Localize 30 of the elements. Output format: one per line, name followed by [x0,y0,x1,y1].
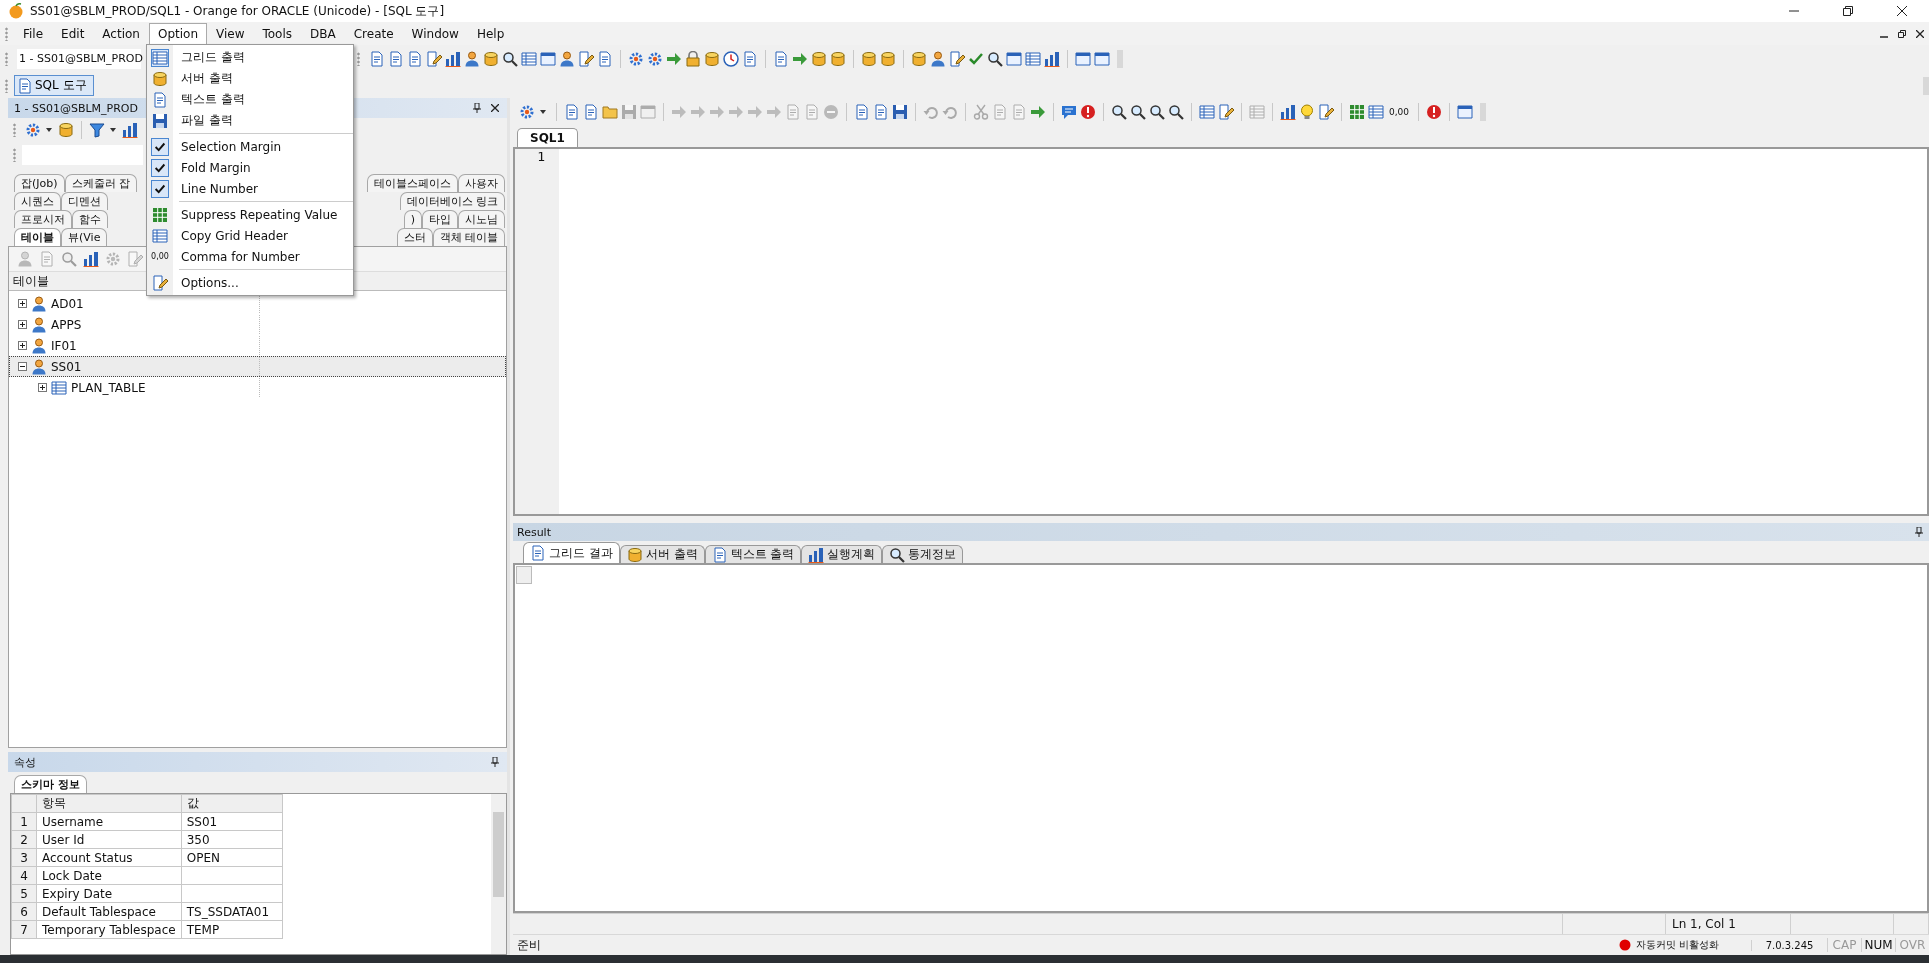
tree-item-label: PLAN_TABLE [71,380,146,395]
panel-title: Result [517,525,551,539]
table-cell: Account Status [36,848,182,867]
table-cell: Temporary Tablespace [36,920,182,939]
tree-item-label: AD01 [51,296,84,311]
table-cell: SS01 [181,812,283,831]
version-label: 7.0.3.245 [1751,939,1827,951]
number-format-label: 0,00 [151,252,169,261]
line-number: 1 [536,149,546,164]
panel-title: 속성 [14,754,36,770]
table-cell: TS_SSDATA01 [181,902,283,921]
table-cell: 350 [181,830,283,849]
cursor-position: Ln 1, Col 1 [1666,914,1791,934]
panel-title: 1 - SS01@SBLM_PROD [14,101,138,115]
status-message: 준비 [516,936,541,954]
key-indicator: OVR [1895,938,1929,952]
table-cell: Lock Date [36,866,182,885]
auto-commit-status: 자동커밋 비활성화 [1636,938,1721,952]
key-indicator: NUM [1861,938,1895,952]
tree-item-label: APPS [51,317,82,332]
table-cell: User Id [36,830,182,849]
table-cell: TEMP [181,920,283,939]
window-title: SS01@SBLM_PROD/SQL1 - Orange for ORACLE (Unicode) - [SQL 도구] [30,2,445,20]
table-cell: OPEN [181,848,283,867]
key-indicator: CAP [1827,938,1861,952]
table-cell: Default Tablespace [36,902,182,921]
table-cell: Expiry Date [36,884,182,903]
table-cell: Username [36,812,182,831]
tree-item-label: IF01 [51,338,77,353]
tree-item-label: SS01 [51,359,82,374]
